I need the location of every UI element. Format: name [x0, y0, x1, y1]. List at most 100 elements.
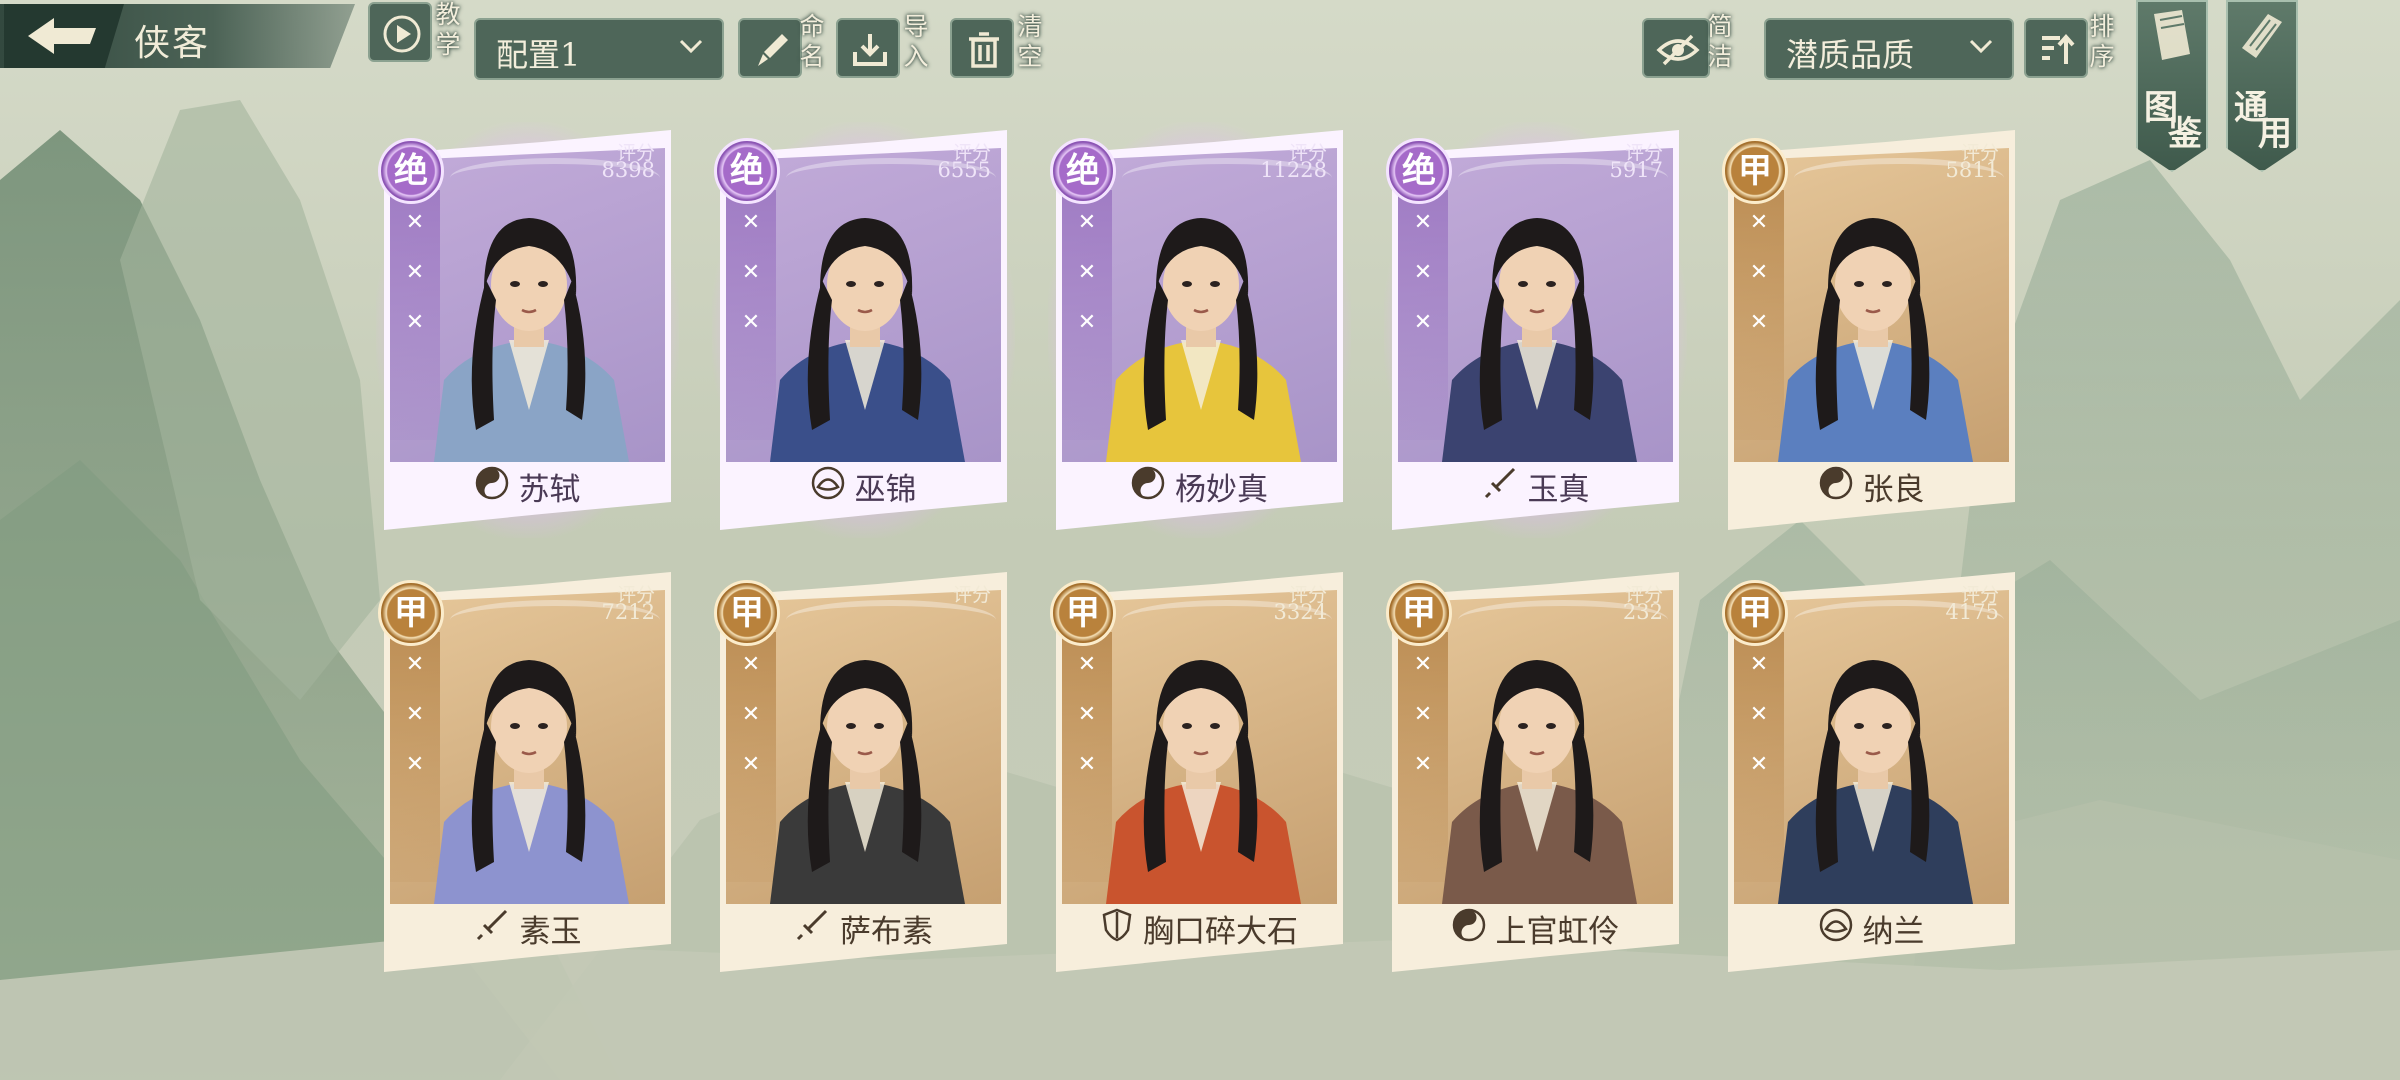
sort-icon	[2042, 33, 2075, 64]
hero-portrait	[1778, 218, 1973, 462]
score-value: 6555	[937, 158, 991, 182]
hero-portrait	[770, 660, 965, 904]
hero-name: 胸口碎大石	[1143, 914, 1298, 950]
hero-portrait	[1106, 660, 1301, 904]
hero-name: 杨妙真	[1175, 472, 1268, 508]
tutorial-label: 教学	[435, 0, 461, 59]
rename-button[interactable]	[738, 18, 802, 78]
lotus-icon	[1819, 908, 1853, 950]
hero-card[interactable]: ✕ ✕ ✕ 绝评分 5917 玉真	[1384, 122, 1687, 538]
config-select[interactable]: 配置1	[474, 18, 724, 80]
shield-icon	[1101, 908, 1133, 950]
hero-name-bar: 素玉	[384, 906, 671, 958]
yin-yang-icon	[1452, 908, 1486, 950]
hero-name: 萨布素	[840, 914, 933, 950]
hero-name: 上官虹伶	[1495, 914, 1620, 950]
sort-button[interactable]	[2024, 18, 2088, 78]
score-value: 232	[1622, 600, 1663, 624]
page-title: 侠客	[134, 23, 211, 64]
tab-atlas[interactable]: 图 鉴	[2136, 0, 2208, 172]
hero-portrait	[1442, 218, 1637, 462]
import-icon	[853, 34, 887, 66]
grade-badge: 甲	[1050, 580, 1116, 646]
trash-icon	[969, 32, 999, 68]
grade-badge: 绝	[1386, 138, 1452, 204]
grade-badge: 绝	[378, 138, 444, 204]
grade-badge: 绝	[714, 138, 780, 204]
hero-card[interactable]: ✕ ✕ ✕ 甲评分 5811 张良	[1722, 130, 2015, 530]
hero-name-bar: 玉真	[1392, 464, 1679, 516]
hero-card[interactable]: ✕ ✕ ✕ 绝评分 8398 苏轼	[376, 122, 679, 538]
brush-icon	[758, 34, 788, 66]
rename-label: 命名	[799, 12, 825, 71]
concise-toggle[interactable]	[1642, 18, 1710, 78]
play-icon	[383, 15, 421, 53]
chevron-down-icon	[1969, 39, 1993, 54]
import-label: 导入	[903, 12, 929, 71]
score-value: 7212	[601, 600, 655, 624]
hero-name-bar: 苏轼	[384, 464, 671, 516]
tab-general[interactable]: 通 用	[2226, 0, 2298, 172]
hero-card[interactable]: ✕ ✕ ✕ 甲评分 4175 纳兰	[1722, 572, 2015, 972]
sword-icon	[794, 907, 830, 951]
hero-name-bar: 张良	[1728, 464, 2015, 516]
book-icon	[2154, 10, 2190, 60]
tab-atlas-char2: 鉴	[2168, 114, 2202, 154]
hero-name: 巫锦	[854, 472, 917, 508]
tab-general-char2: 用	[2258, 114, 2292, 154]
grade-badge: 甲	[714, 580, 780, 646]
score-value: 5917	[1609, 158, 1663, 182]
score-value: 11228	[1260, 158, 1327, 182]
yin-yang-icon	[475, 466, 509, 508]
hero-card[interactable]: ✕ ✕ ✕ 甲评分 7212 素玉	[378, 572, 671, 972]
clear-button[interactable]	[950, 18, 1014, 78]
back-button[interactable]: 侠客	[0, 4, 355, 68]
import-button[interactable]	[836, 18, 900, 78]
yin-yang-icon	[1131, 466, 1165, 508]
hero-name: 玉真	[1527, 472, 1590, 508]
hero-name-bar: 胸口碎大石	[1056, 906, 1343, 958]
hero-name-bar: 纳兰	[1728, 906, 2015, 958]
chevron-down-icon	[679, 39, 703, 54]
score-value: 4175	[1945, 600, 1999, 624]
hero-card[interactable]: ✕ ✕ ✕ 甲评分 232 上官虹伶	[1386, 572, 1679, 972]
hero-portrait	[1778, 660, 1973, 904]
hero-portrait	[1106, 218, 1301, 462]
hero-name: 素玉	[519, 914, 582, 950]
grade-badge: 甲	[1722, 580, 1788, 646]
hero-portrait	[434, 660, 629, 904]
tutorial-button[interactable]	[368, 2, 432, 62]
hero-name-bar: 萨布素	[720, 906, 1007, 958]
hero-portrait	[1442, 660, 1637, 904]
sort-select[interactable]: 潜质品质	[1764, 18, 2014, 80]
sword-icon	[474, 907, 510, 951]
hero-card[interactable]: ✕ ✕ ✕ 绝评分 11228 杨妙真	[1048, 122, 1351, 538]
yin-yang-icon	[1819, 466, 1853, 508]
grade-badge: 绝	[1050, 138, 1116, 204]
hero-name: 苏轼	[518, 472, 581, 508]
grade-badge: 甲	[1722, 138, 1788, 204]
score-value: 8398	[601, 158, 655, 182]
grade-badge: 甲	[378, 580, 444, 646]
clear-label: 清空	[1017, 12, 1043, 71]
hero-name: 纳兰	[1862, 914, 1925, 950]
hero-name-bar: 杨妙真	[1056, 464, 1343, 516]
score-label: 评分	[952, 584, 991, 606]
lotus-icon	[811, 466, 845, 508]
sword-icon	[1482, 465, 1518, 509]
hero-portrait	[770, 218, 965, 462]
back-arrow-icon	[4, 4, 124, 68]
sort-label: 排序	[2089, 12, 2115, 71]
scroll-icon	[2242, 14, 2282, 58]
eye-hidden-icon	[1656, 34, 1700, 66]
hero-card[interactable]: ✕ ✕ ✕ 绝评分 6555 巫锦	[712, 122, 1015, 538]
hero-card[interactable]: ✕ ✕ ✕ 甲评分 3324 胸口碎大石	[1050, 572, 1343, 972]
top-bar: 侠客 教学 配置1 命名 导入 清空 简洁 潜质品质 排序 图 鉴 通 用	[0, 0, 2400, 172]
sort-select-value: 潜质品质	[1786, 36, 1915, 74]
grade-badge: 甲	[1386, 580, 1452, 646]
hero-card[interactable]: ✕ ✕ ✕ 甲评分 萨布素	[714, 572, 1007, 972]
config-select-value: 配置1	[496, 36, 581, 74]
hero-name: 张良	[1862, 472, 1925, 508]
hero-name-bar: 巫锦	[720, 464, 1007, 516]
hero-name-bar: 上官虹伶	[1392, 906, 1679, 958]
